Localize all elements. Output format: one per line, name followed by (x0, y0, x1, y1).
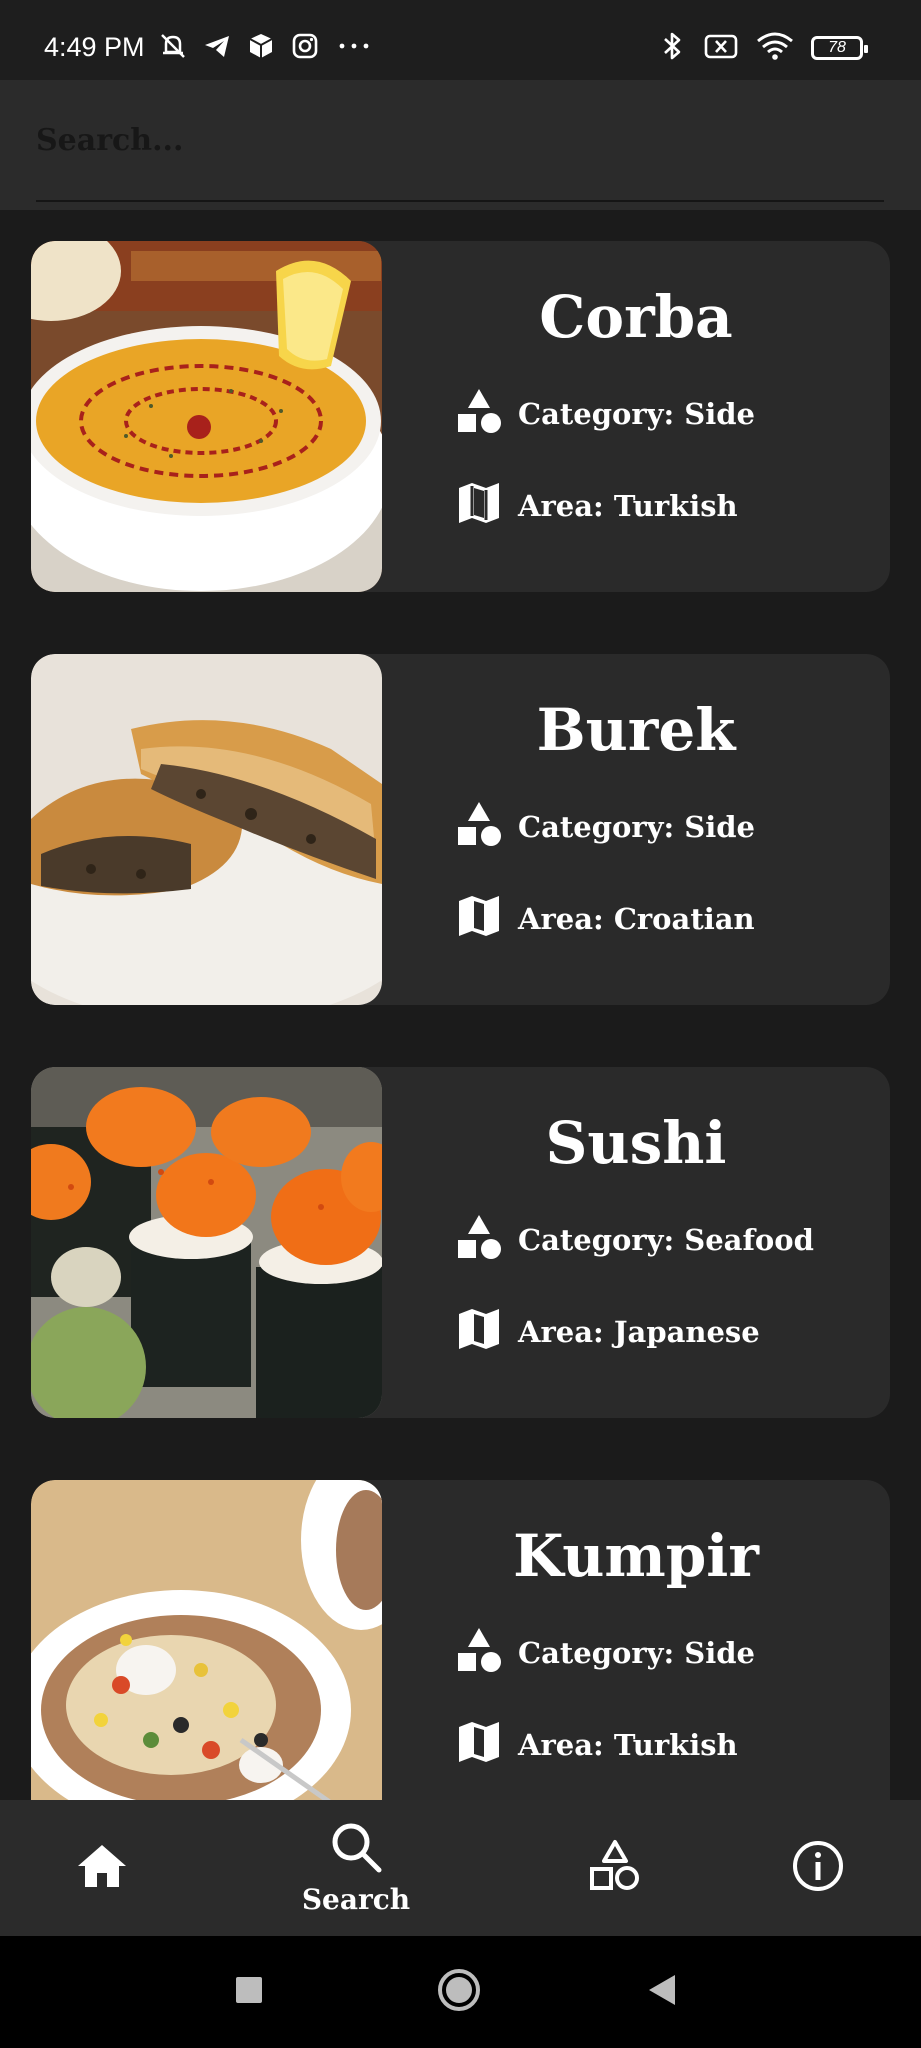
battery-icon: 78 (811, 36, 868, 60)
meal-title: Sushi (545, 1109, 727, 1177)
recents-square-icon (233, 1974, 265, 2011)
map-icon (456, 480, 502, 533)
meal-area-text: Area: Turkish (518, 489, 738, 523)
meal-image-kumpir (31, 1480, 382, 1800)
battery-level: 78 (828, 39, 846, 56)
nav-search[interactable]: Search (296, 1800, 416, 1936)
map-icon (456, 1719, 502, 1772)
box-icon (246, 31, 276, 66)
meal-info: Sushi Category: Seafood Area: Japanese (382, 1067, 890, 1418)
category-shapes-icon (456, 388, 502, 441)
meal-info: Kumpir Category: Side Area: Turkish (382, 1480, 890, 1800)
telegram-icon (202, 31, 232, 66)
status-icons-right: 78 (657, 30, 868, 67)
home-circle-icon (436, 1967, 482, 2018)
search-underline (36, 200, 884, 202)
bottom-navigation: Search (0, 1800, 921, 1936)
bluetooth-icon (657, 30, 687, 67)
meal-area: Area: Turkish (456, 481, 738, 531)
meal-image-burek (31, 654, 382, 1005)
meal-title: Corba (539, 283, 733, 351)
meal-card[interactable]: Kumpir Category: Side Area: Turkish (31, 1480, 890, 1800)
home-icon (76, 1842, 128, 1895)
meal-category: Category: Side (456, 801, 755, 854)
home-button[interactable] (431, 1964, 487, 2020)
map-icon (456, 1306, 502, 1359)
search-input[interactable] (36, 112, 884, 168)
meal-category-text: Category: Side (518, 810, 755, 844)
back-button[interactable] (634, 1964, 690, 2020)
no-sim-icon (703, 31, 739, 66)
meal-category-text: Category: Side (518, 1636, 755, 1670)
instagram-icon (290, 31, 320, 66)
search-bar (0, 80, 921, 210)
meal-info: Burek Category: Side Area: Croatian (382, 654, 890, 1005)
category-shapes-icon (456, 1627, 502, 1680)
status-time: 4:49 PM (44, 32, 145, 62)
category-shapes-icon (456, 801, 502, 854)
meal-category-text: Category: Side (518, 397, 755, 431)
status-icons-left (158, 30, 374, 66)
recents-button[interactable] (221, 1964, 277, 2020)
meal-info: Corba Category: Side Area: Turkish (382, 241, 890, 592)
nav-home[interactable] (52, 1800, 152, 1936)
meal-card[interactable]: Corba Category: Side Area: Turkish (31, 241, 890, 592)
meal-title: Kumpir (513, 1522, 759, 1590)
meal-category: Category: Seafood (456, 1214, 814, 1267)
nav-search-label: Search (301, 1883, 411, 1916)
meal-area: Area: Croatian (456, 894, 755, 944)
meal-card[interactable]: Sushi Category: Seafood Area: Japanese (31, 1067, 890, 1418)
meal-area-text: Area: Turkish (518, 1728, 738, 1762)
meal-area-text: Area: Japanese (518, 1315, 760, 1349)
back-triangle-icon (645, 1972, 679, 2013)
meal-image-sushi (31, 1067, 382, 1418)
nav-info[interactable] (768, 1800, 868, 1936)
meal-category: Category: Side (456, 388, 755, 441)
meal-list[interactable]: Corba Category: Side Area: Turkish Burek… (0, 210, 921, 1800)
more-dots-icon (334, 31, 374, 66)
meal-area: Area: Japanese (456, 1307, 760, 1357)
search-icon (329, 1820, 383, 1879)
meal-card[interactable]: Burek Category: Side Area: Croatian (31, 654, 890, 1005)
meal-category-text: Category: Seafood (518, 1223, 814, 1257)
info-icon (791, 1839, 845, 1898)
category-shapes-icon (456, 1214, 502, 1267)
meal-category: Category: Side (456, 1627, 755, 1680)
categories-shapes-icon (588, 1839, 642, 1898)
muted-bell-icon (158, 31, 188, 66)
map-icon (456, 893, 502, 946)
status-bar: 4:49 PM 78 (0, 0, 921, 80)
wifi-icon (755, 31, 795, 66)
meal-area-text: Area: Croatian (518, 902, 755, 936)
meal-area: Area: Turkish (456, 1720, 738, 1770)
nav-categories[interactable] (565, 1800, 665, 1936)
meal-image-corba (31, 241, 382, 592)
meal-title: Burek (536, 696, 736, 764)
system-navigation-bar (0, 1936, 921, 2048)
